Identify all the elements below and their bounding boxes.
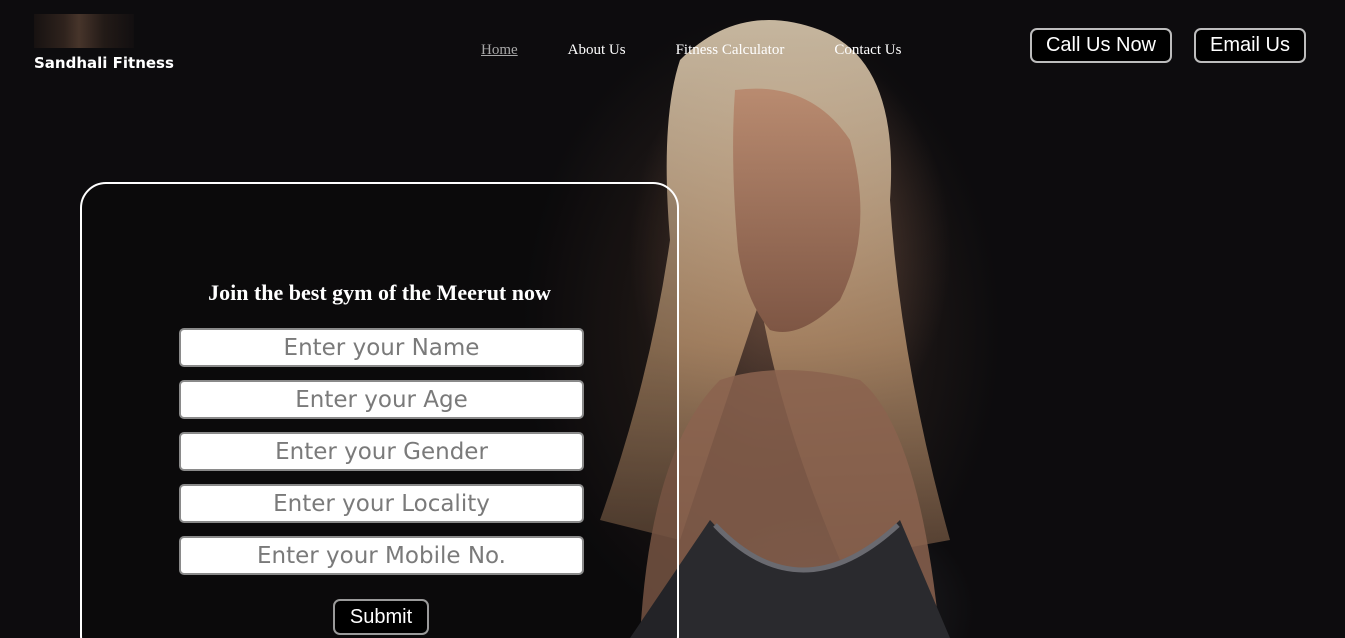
locality-input[interactable] <box>179 484 584 523</box>
age-input[interactable] <box>179 380 584 419</box>
nav-home[interactable]: Home <box>481 42 518 59</box>
mobile-input[interactable] <box>179 536 584 575</box>
form-title: Join the best gym of the Meerut now <box>208 280 551 305</box>
call-us-button[interactable]: Call Us Now <box>1030 28 1172 63</box>
main-nav: Home About Us Fitness Calculator Contact… <box>481 42 951 59</box>
gender-input[interactable] <box>179 432 584 471</box>
join-form-card: Join the best gym of the Meerut now Subm… <box>80 182 679 638</box>
nav-about-us[interactable]: About Us <box>568 42 626 59</box>
logo-image <box>34 14 134 48</box>
email-us-button[interactable]: Email Us <box>1194 28 1306 63</box>
brand-logo[interactable]: Sandhali Fitness <box>34 14 174 72</box>
brand-name: Sandhali Fitness <box>34 54 174 72</box>
nav-fitness-calculator[interactable]: Fitness Calculator <box>676 42 785 59</box>
name-input[interactable] <box>179 328 584 367</box>
submit-button[interactable]: Submit <box>333 599 429 635</box>
nav-contact-us[interactable]: Contact Us <box>834 42 901 59</box>
